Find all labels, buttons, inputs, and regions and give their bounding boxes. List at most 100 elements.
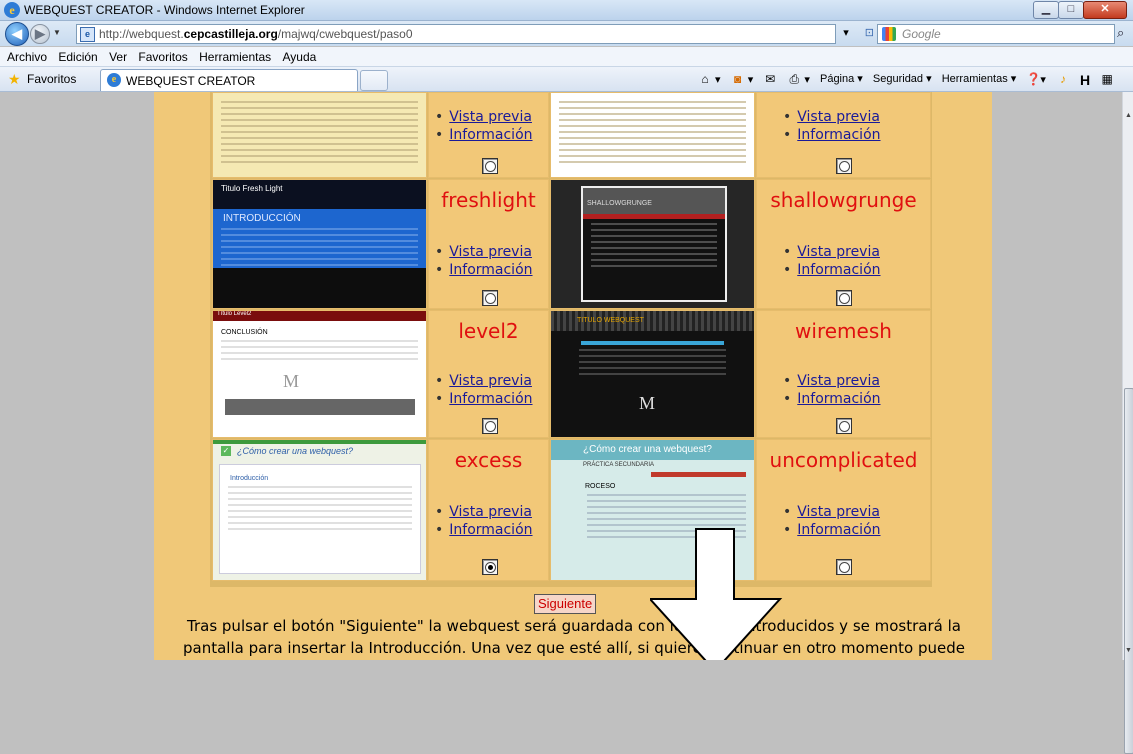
theme-radio[interactable] xyxy=(836,290,852,306)
scrollbar-thumb[interactable] xyxy=(1124,388,1133,754)
ie-logo-icon: e xyxy=(4,2,20,18)
info-link[interactable]: Información xyxy=(797,391,880,407)
level2-thumbnail[interactable]: Título Level2 CONCLUSIÓN M xyxy=(212,310,427,438)
theme-radio[interactable] xyxy=(836,418,852,434)
preview-link[interactable]: Vista previa xyxy=(797,109,880,125)
feeds-icon[interactable]: ◙ ▾ xyxy=(731,72,753,86)
theme-radio[interactable] xyxy=(482,290,498,306)
vertical-scrollbar[interactable]: ▲ ▼ xyxy=(1122,92,1133,754)
theme-options: • Vista previa • Información xyxy=(783,244,881,278)
favorites-star-icon[interactable]: ★ xyxy=(8,71,21,88)
help-icon[interactable]: ❓▾ xyxy=(1026,72,1046,86)
theme-radio[interactable] xyxy=(836,158,852,174)
history-dropdown-icon[interactable]: ▼ xyxy=(53,28,61,37)
window-title: WEBQUEST CREATOR - Windows Internet Expl… xyxy=(24,3,305,17)
info-link[interactable]: Información xyxy=(449,391,532,407)
down-arrow-annotation xyxy=(650,528,783,660)
favorites-button[interactable]: Favoritos xyxy=(27,72,76,86)
menu-edicion[interactable]: Edición xyxy=(58,47,97,64)
tab-webquest-creator[interactable]: e WEBQUEST CREATOR xyxy=(100,69,358,91)
h-icon[interactable]: H xyxy=(1080,72,1090,88)
theme-radio[interactable] xyxy=(482,418,498,434)
home-icon[interactable]: ⌂ ▾ xyxy=(698,72,720,86)
back-button[interactable]: ◀ xyxy=(5,22,29,46)
thumb-heading: INTRODUCCIÓN xyxy=(223,213,301,224)
command-bar: ⌂ ▾ ◙ ▾ ✉ ⎙ ▾ Página ▾ Seguridad ▾ Herra… xyxy=(698,72,1121,88)
excess-thumbnail[interactable]: ✓ ¿Cómo crear una webquest? Introducción xyxy=(212,439,427,581)
preview-link[interactable]: Vista previa xyxy=(797,373,880,389)
preview-link[interactable]: Vista previa xyxy=(449,504,532,520)
theme-cell-shallowgrunge: shallowgrunge • Vista previa • Información xyxy=(756,179,931,309)
menu-bar: Archivo Edición Ver Favoritos Herramient… xyxy=(0,47,1133,67)
theme-radio[interactable] xyxy=(836,559,852,575)
theme-cell: • Vista previa • Información xyxy=(428,92,549,178)
compatibility-icon[interactable]: ⊡ xyxy=(861,25,877,41)
page-menu[interactable]: Página ▾ xyxy=(820,72,863,85)
explanation-text: Tras pulsar el botón "Siguiente" la webq… xyxy=(174,615,974,659)
minimize-button[interactable]: ▁ xyxy=(1033,1,1059,19)
scroll-up-icon[interactable]: ▲ xyxy=(1125,112,1132,119)
info-link[interactable]: Información xyxy=(449,262,532,278)
menu-favoritos[interactable]: Favoritos xyxy=(138,47,187,64)
info-link[interactable]: Información xyxy=(449,522,532,538)
thumb-heading: ROCESO xyxy=(585,483,616,490)
addon-icon[interactable]: ♪ xyxy=(1056,72,1070,86)
theme-grid: • Vista previa • Información • Vista previa… xyxy=(210,92,932,587)
page-viewport: • Vista previa • Información • Vista previa… xyxy=(0,92,1122,660)
new-tab-button[interactable] xyxy=(360,70,388,91)
siguiente-button[interactable]: Siguiente xyxy=(534,594,597,614)
search-placeholder: Google xyxy=(902,27,941,41)
menu-ver[interactable]: Ver xyxy=(109,47,127,64)
menu-herramientas[interactable]: Herramientas xyxy=(199,47,271,64)
info-link[interactable]: Información xyxy=(797,127,880,143)
search-input[interactable]: Google xyxy=(877,24,1115,44)
thumb-heading: CONCLUSIÓN xyxy=(221,329,268,336)
shallowgrunge-thumbnail[interactable]: SHALLOWGRUNGE xyxy=(550,179,755,309)
theme-cell-wiremesh: wiremesh • Vista previa • Información xyxy=(756,310,931,438)
forward-button[interactable]: ▶ xyxy=(30,24,50,44)
theme-options: • Vista previa • Información xyxy=(435,373,533,407)
webquest-page: • Vista previa • Información • Vista previa… xyxy=(154,92,992,660)
theme-radio-selected[interactable] xyxy=(482,559,498,575)
window-titlebar: e WEBQUEST CREATOR - Windows Internet Ex… xyxy=(0,0,1133,21)
maximize-button[interactable]: □ xyxy=(1058,1,1084,19)
theme-thumbnail[interactable] xyxy=(212,92,427,178)
tools-menu[interactable]: Herramientas ▾ xyxy=(942,72,1017,85)
theme-cell-excess: excess • Vista previa • Información xyxy=(428,439,549,581)
preview-link[interactable]: Vista previa xyxy=(797,244,880,260)
wiremesh-thumbnail[interactable]: TITULO WEBQUEST M xyxy=(550,310,755,438)
research-icon[interactable]: ▦ xyxy=(1100,72,1114,86)
tab-ie-icon: e xyxy=(107,73,121,87)
thumb-title: Título Level2 xyxy=(213,311,426,321)
freshlight-thumbnail[interactable]: Titulo Fresh Light INTRODUCCIÓN xyxy=(212,179,427,309)
search-icon[interactable]: ⌕ xyxy=(1117,25,1124,41)
thumb-subtitle: PRÁCTICA SECUNDARIA xyxy=(583,462,655,468)
print-icon[interactable]: ⎙ ▾ xyxy=(787,72,810,87)
favorites-bar: ★ Favoritos e WEBQUEST CREATOR ⌂ ▾ ◙ ▾ ✉… xyxy=(0,67,1133,92)
menu-archivo[interactable]: Archivo xyxy=(7,47,47,64)
info-link[interactable]: Información xyxy=(797,522,880,538)
address-url[interactable]: http://webquest.cepcastilleja.org/majwq/… xyxy=(99,27,413,41)
close-window-button[interactable]: ✕ xyxy=(1083,1,1127,19)
theme-name: freshlight xyxy=(441,188,536,212)
info-link[interactable]: Información xyxy=(449,127,532,143)
preview-link[interactable]: Vista previa xyxy=(449,373,532,389)
thumb-heading: Introducción xyxy=(230,475,269,482)
theme-name: wiremesh xyxy=(795,319,892,343)
info-link[interactable]: Información xyxy=(797,262,880,278)
mail-icon[interactable]: ✉ xyxy=(763,72,777,86)
preview-link[interactable]: Vista previa xyxy=(449,244,532,260)
thumb-title: TITULO WEBQUEST xyxy=(577,317,644,324)
preview-link[interactable]: Vista previa xyxy=(449,109,532,125)
thumb-title: ¿Cómo crear una webquest? xyxy=(237,446,354,456)
menu-ayuda[interactable]: Ayuda xyxy=(283,47,317,64)
security-menu[interactable]: Seguridad ▾ xyxy=(873,72,932,85)
thumb-title: ¿Cómo crear una webquest? xyxy=(551,440,754,460)
theme-name: excess xyxy=(454,448,523,472)
address-bar[interactable]: e http://webquest.cepcastilleja.org/majw… xyxy=(76,24,836,44)
address-dropdown-icon[interactable]: ▾ xyxy=(838,25,854,41)
theme-thumbnail[interactable] xyxy=(550,92,755,178)
theme-radio[interactable] xyxy=(482,158,498,174)
scroll-down-icon[interactable]: ▼ xyxy=(1125,647,1132,654)
preview-link[interactable]: Vista previa xyxy=(797,504,880,520)
